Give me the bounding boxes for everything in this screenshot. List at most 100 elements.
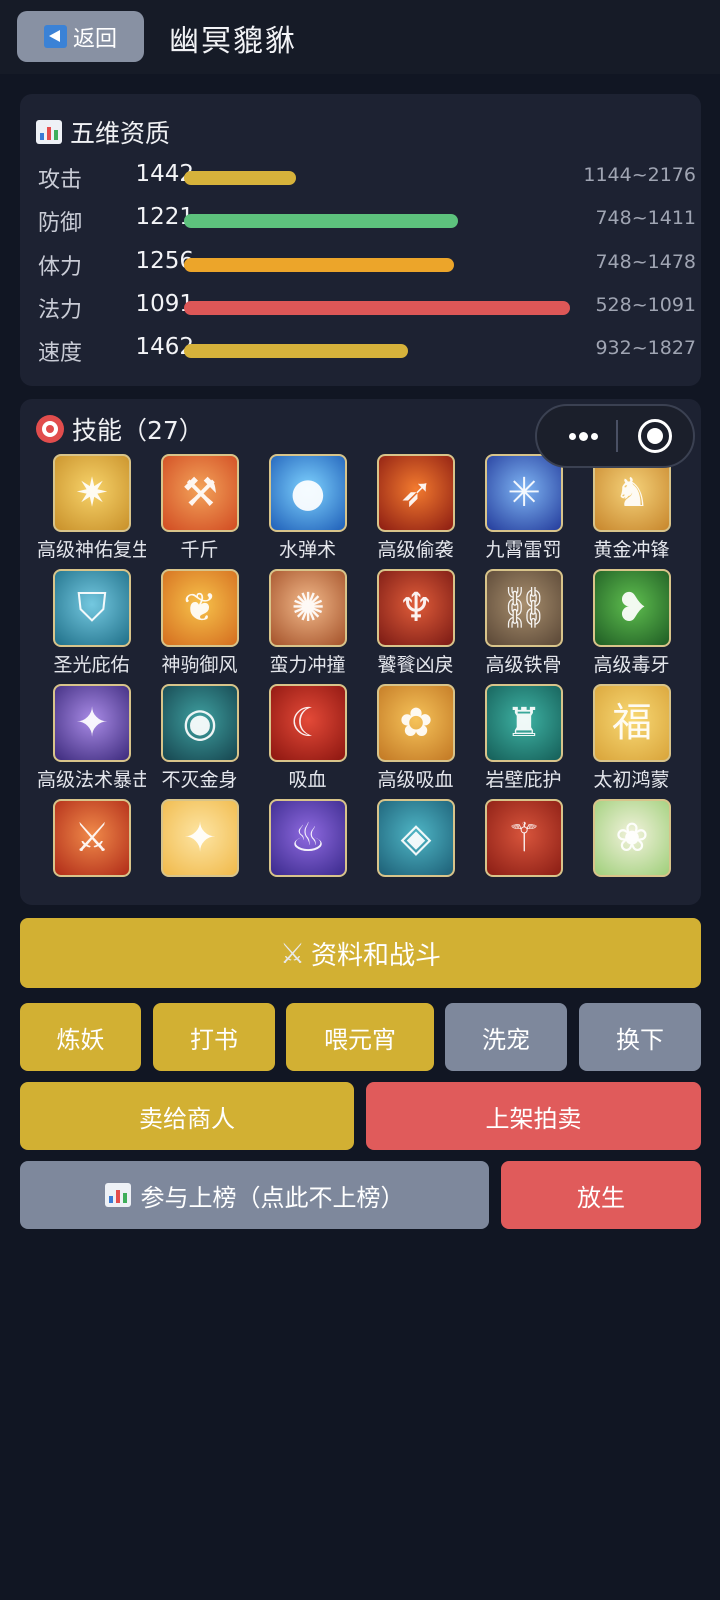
skills-title: 技能（27）	[72, 416, 204, 445]
shield-icon: ⛉	[53, 569, 131, 647]
skills-section-title: 技能（27）	[36, 411, 204, 447]
stat-label: 速度	[38, 341, 83, 366]
skill-name: 岩壁庇护	[485, 769, 562, 791]
close-miniprogram-button[interactable]	[638, 419, 672, 453]
flame-icon: ♨	[269, 799, 347, 877]
page-title: 幽冥貔貅	[169, 24, 297, 59]
skill-item[interactable]: ● 水弹术	[253, 454, 362, 568]
staff-icon: ⚚	[485, 799, 563, 877]
stat-bar-track	[184, 258, 570, 272]
stat-label: 攻击	[38, 168, 83, 193]
back-button[interactable]: 返回	[17, 11, 144, 62]
list-auction-button[interactable]: 上架拍卖	[366, 1082, 701, 1150]
stat-bar	[184, 301, 570, 315]
target-icon	[36, 415, 64, 443]
thunder-icon: ✳	[485, 454, 563, 532]
skill-item[interactable]: ⚒ 千斤	[145, 454, 254, 568]
skill-item[interactable]: 福太初鸿蒙	[577, 684, 686, 798]
feed-button[interactable]: 喂元宵	[286, 1003, 434, 1071]
more-dot-icon	[590, 432, 598, 440]
stats-title: 五维资质	[70, 119, 171, 148]
more-dot-icon	[568, 432, 576, 440]
skill-item[interactable]: ✦	[145, 799, 254, 905]
stat-range: 528~1091	[595, 294, 696, 316]
skill-item[interactable]: ◈	[361, 799, 470, 905]
wash-pet-button[interactable]: 洗宠	[445, 1003, 567, 1071]
skill-glyph: ♞	[614, 470, 650, 516]
skill-glyph: ❀	[615, 815, 649, 861]
skill-glyph: 福	[612, 700, 652, 746]
skill-item[interactable]: ✿ 高级吸血	[361, 684, 470, 798]
skill-name: 高级毒牙	[593, 654, 670, 676]
skill-glyph: ♨	[290, 815, 326, 861]
skill-item[interactable]: ❦ 神驹御风	[145, 569, 254, 683]
wing-icon: ❦	[161, 569, 239, 647]
skill-name: 圣光庇佑	[53, 654, 130, 676]
skill-item[interactable]: ✷ 高级神佑复生	[37, 454, 146, 568]
more-options-button[interactable]	[553, 414, 613, 458]
learn-book-button[interactable]: 打书	[153, 1003, 275, 1071]
refine-button[interactable]: 炼妖	[20, 1003, 141, 1071]
skill-name: 千斤	[180, 539, 219, 561]
skill-item[interactable]: ☾ 吸血	[253, 684, 362, 798]
skill-glyph: ♜	[506, 700, 542, 746]
skill-glyph: ♆	[398, 585, 434, 631]
stat-value: 1091	[135, 291, 194, 317]
trident-icon: ♆	[377, 569, 455, 647]
skill-name: 饕餮凶戾	[377, 654, 454, 676]
top-bar: 返回 幽冥貔貅	[0, 0, 720, 74]
swap-out-button[interactable]: 换下	[579, 1003, 701, 1071]
skill-glyph: ⛓	[498, 585, 550, 631]
back-button-label: 返回	[72, 26, 117, 52]
skill-glyph: ⚚	[506, 815, 542, 861]
skill-item[interactable]: ✦ 高级法术暴击	[37, 684, 146, 798]
stat-label: 体力	[38, 255, 83, 280]
skill-name: 蛮力冲撞	[269, 654, 346, 676]
skill-item[interactable]: ◉ 不灭金身	[145, 684, 254, 798]
skill-glyph: ❦	[183, 585, 217, 631]
skill-item[interactable]: ✺ 蛮力冲撞	[253, 569, 362, 683]
fortress-icon: ♜	[485, 684, 563, 762]
skill-glyph: ✿	[399, 700, 433, 746]
release-button[interactable]: 放生	[501, 1161, 701, 1229]
wall-chain-icon: ⛓	[485, 569, 563, 647]
skill-item[interactable]: ❀	[577, 799, 686, 905]
stat-bar-track	[184, 301, 570, 315]
skill-name: 吸血	[288, 769, 327, 791]
stat-bar	[184, 171, 296, 185]
stat-bar-track	[184, 344, 570, 358]
ranking-button[interactable]: 参与上榜（点此不上榜）	[20, 1161, 489, 1229]
skill-item[interactable]: ❥ 高级毒牙	[577, 569, 686, 683]
skill-item[interactable]: ♞ 黄金冲锋	[577, 454, 686, 568]
skill-item[interactable]: ✳ 九霄雷罚	[469, 454, 578, 568]
sparkle-icon: ✦	[161, 799, 239, 877]
skill-glyph: ☾	[290, 700, 326, 746]
light-burst-icon: ✷	[53, 454, 131, 532]
stat-row: 体力 1256 748~1478	[20, 243, 701, 283]
magic-crit-icon: ✦	[53, 684, 131, 762]
skill-item[interactable]: ♨	[253, 799, 362, 905]
miniprogram-capsule	[535, 404, 695, 468]
skill-name: 黄金冲锋	[593, 539, 670, 561]
hammer-icon: ⚒	[161, 454, 239, 532]
stat-range: 932~1827	[595, 337, 696, 359]
sell-merchant-button[interactable]: 卖给商人	[20, 1082, 354, 1150]
skill-item[interactable]: ⚚	[469, 799, 578, 905]
skill-glyph: ➶	[399, 470, 433, 516]
skill-item[interactable]: ♜ 岩壁庇护	[469, 684, 578, 798]
fangs-icon: ☾	[269, 684, 347, 762]
skill-item[interactable]: ♆ 饕餮凶戾	[361, 569, 470, 683]
skill-name: 高级神佑复生	[37, 539, 146, 561]
stats-card: 五维资质 攻击 1442 1144~2176 防御 1221 748~1411 体力 1256…	[20, 94, 701, 386]
stat-bar	[184, 258, 455, 272]
skill-item[interactable]: ⛉ 圣光庇佑	[37, 569, 146, 683]
skill-item[interactable]: ➶ 高级偷袭	[361, 454, 470, 568]
back-arrow-icon	[43, 25, 67, 48]
skill-item[interactable]: ⚔	[37, 799, 146, 905]
skill-item[interactable]: ⛓ 高级铁骨	[469, 569, 578, 683]
skills-card: 技能（27） ✷ 高级神佑复生 ⚒ 千斤 ● 水弹术 ➶ 高级偷袭 ✳ 九霄雷罚 ♞ 黄金冲锋 ⛉ 圣光庇…	[20, 399, 701, 905]
stat-bar	[184, 214, 459, 228]
stat-value: 1462	[135, 334, 194, 360]
golden-body-icon: ◉	[161, 684, 239, 762]
info-battle-button[interactable]: ⚔ 资料和战斗	[20, 918, 701, 988]
